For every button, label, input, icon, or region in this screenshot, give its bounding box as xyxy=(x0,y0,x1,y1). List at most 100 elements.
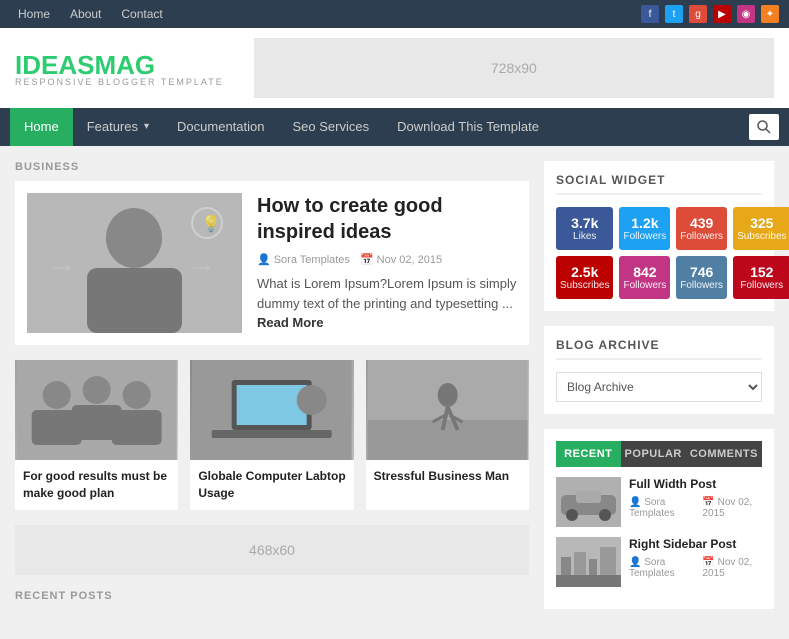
logo-text1: IDEAS xyxy=(15,50,94,80)
featured-post-image: → → 💡 xyxy=(27,193,242,333)
social-box-gplus[interactable]: 439 Followers xyxy=(676,207,727,250)
top-nav-contact[interactable]: Contact xyxy=(113,0,170,28)
posts-tabs: RECENT POPULAR COMMENTS xyxy=(556,441,762,467)
instagram-count: 842 xyxy=(623,264,666,280)
social-box-facebook[interactable]: 3.7k Likes xyxy=(556,207,613,250)
twitter-icon[interactable]: t xyxy=(665,5,683,23)
svg-text:→: → xyxy=(47,247,77,280)
recent-post-1-content: Right Sidebar Post 👤 Sora Templates 📅 No… xyxy=(629,537,762,587)
nav-features[interactable]: Features ▾ xyxy=(73,108,163,146)
search-button[interactable] xyxy=(749,114,779,140)
nav-download-template[interactable]: Download This Template xyxy=(383,108,553,146)
google-plus-icon[interactable]: g xyxy=(689,5,707,23)
post-date-icon: 📅 Nov 02, 2015 xyxy=(360,253,442,266)
pinterest-label: Followers xyxy=(737,280,786,291)
social-box-twitter[interactable]: 1.2k Followers xyxy=(619,207,670,250)
youtube-icon[interactable]: ▶ xyxy=(713,5,731,23)
rss-count: 325 xyxy=(737,215,786,231)
nav-documentation[interactable]: Documentation xyxy=(163,108,278,146)
featured-post-content: How to create good inspired ideas 👤 Sora… xyxy=(257,193,517,333)
blog-archive-select[interactable]: Blog Archive xyxy=(556,372,762,402)
facebook-count: 3.7k xyxy=(560,215,609,231)
featured-post-excerpt: What is Lorem Ipsum?Lorem Ipsum is simpl… xyxy=(257,274,517,333)
blog-archive-section: BLOG ARCHIVE Blog Archive xyxy=(544,326,774,414)
blog-archive-title: BLOG ARCHIVE xyxy=(556,338,762,360)
search-icon xyxy=(757,120,771,134)
instagram-label: Followers xyxy=(623,280,666,291)
facebook-icon[interactable]: f xyxy=(641,5,659,23)
social-box-youtube[interactable]: 2.5k Subscribes xyxy=(556,256,613,299)
top-nav: Home About Contact f t g ▶ ◉ ✦ xyxy=(0,0,789,28)
grid-post-0: For good results must be make good plan xyxy=(15,360,178,510)
bottom-ad-banner: 468x60 xyxy=(15,525,529,575)
recent-post-0-meta: 👤 Sora Templates 📅 Nov 02, 2015 xyxy=(629,497,762,519)
tab-comments[interactable]: COMMENTS xyxy=(686,441,762,467)
grid-post-0-image xyxy=(15,360,178,460)
social-grid: 3.7k Likes 1.2k Followers 439 Followers … xyxy=(556,207,762,299)
sidebar: SOCIAL WIDGET 3.7k Likes 1.2k Followers … xyxy=(544,161,774,624)
instagram-icon[interactable]: ◉ xyxy=(737,5,755,23)
main-content: BUSINESS → → 💡 How to create good xyxy=(15,161,529,624)
featured-post-meta: 👤 Sora Templates 📅 Nov 02, 2015 xyxy=(257,253,517,266)
social-box-rss[interactable]: 325 Subscribes xyxy=(733,207,789,250)
recent-post-1-author: 👤 Sora Templates xyxy=(629,557,696,579)
recent-post-0-content: Full Width Post 👤 Sora Templates 📅 Nov 0… xyxy=(629,477,762,527)
gplus-count: 439 xyxy=(680,215,723,231)
recent-post-0-author: 👤 Sora Templates xyxy=(629,497,696,519)
twitter-label: Followers xyxy=(623,231,666,242)
recent-post-0-image xyxy=(556,477,621,527)
recent-post-0: Full Width Post 👤 Sora Templates 📅 Nov 0… xyxy=(556,477,762,527)
recent-posts-label: RECENT POSTS xyxy=(15,590,529,602)
recent-post-1-image xyxy=(556,537,621,587)
top-nav-links: Home About Contact xyxy=(10,0,171,28)
facebook-label: Likes xyxy=(560,231,609,242)
recent-post-0-date: 📅 Nov 02, 2015 xyxy=(702,497,762,519)
nav-items: Home Features ▾ Documentation Seo Servic… xyxy=(10,108,749,146)
logo[interactable]: IDEASMAG RESPONSIVE BLOGGER TEMPLATE xyxy=(15,50,224,87)
social-box-flickr[interactable]: 746 Followers xyxy=(676,256,727,299)
grid-post-0-title: For good results must be make good plan xyxy=(15,460,178,510)
top-nav-home[interactable]: Home xyxy=(10,0,58,28)
nav-seo-services[interactable]: Seo Services xyxy=(278,108,383,146)
featured-post: → → 💡 How to create good inspired ideas … xyxy=(15,181,529,345)
grid-post-1-title: Globale Computer Labtop Usage xyxy=(190,460,353,510)
gplus-label: Followers xyxy=(680,231,723,242)
grid-post-1: Globale Computer Labtop Usage xyxy=(190,360,353,510)
top-nav-social: f t g ▶ ◉ ✦ xyxy=(641,5,779,23)
chevron-down-icon: ▾ xyxy=(144,108,149,146)
social-widget-title: SOCIAL WIDGET xyxy=(556,173,762,195)
logo-text2: MAG xyxy=(94,50,155,80)
social-widget: SOCIAL WIDGET 3.7k Likes 1.2k Followers … xyxy=(544,161,774,311)
svg-text:💡: 💡 xyxy=(201,214,221,233)
youtube-count: 2.5k xyxy=(560,264,609,280)
header-ad-banner: 728x90 xyxy=(254,38,774,98)
recent-post-1-title[interactable]: Right Sidebar Post xyxy=(629,537,762,553)
social-box-pinterest[interactable]: 152 Followers xyxy=(733,256,789,299)
recent-post-1-meta: 👤 Sora Templates 📅 Nov 02, 2015 xyxy=(629,557,762,579)
grid-post-1-image xyxy=(190,360,353,460)
post-author-icon: 👤 Sora Templates xyxy=(257,253,350,266)
grid-posts: For good results must be make good plan … xyxy=(15,360,529,510)
grid-post-2-title: Stressful Business Man xyxy=(366,460,529,493)
flickr-label: Followers xyxy=(680,280,723,291)
recent-post-0-title[interactable]: Full Width Post xyxy=(629,477,762,493)
pinterest-count: 152 xyxy=(737,264,786,280)
nav-home[interactable]: Home xyxy=(10,108,73,146)
svg-text:→: → xyxy=(187,247,217,280)
featured-post-image-svg: → → 💡 xyxy=(27,193,242,333)
top-nav-about[interactable]: About xyxy=(62,0,109,28)
stackoverflow-icon[interactable]: ✦ xyxy=(761,5,779,23)
tab-popular[interactable]: POPULAR xyxy=(621,441,686,467)
featured-post-title: How to create good inspired ideas xyxy=(257,193,517,245)
content-wrapper: BUSINESS → → 💡 How to create good xyxy=(0,146,789,639)
recent-post-1-date: 📅 Nov 02, 2015 xyxy=(702,557,762,579)
grid-post-2: Stressful Business Man xyxy=(366,360,529,510)
posts-tabs-section: RECENT POPULAR COMMENTS Full Width Pos xyxy=(544,429,774,609)
tab-recent[interactable]: RECENT xyxy=(556,441,621,467)
twitter-count: 1.2k xyxy=(623,215,666,231)
main-nav: Home Features ▾ Documentation Seo Servic… xyxy=(0,108,789,146)
read-more-link[interactable]: Read More xyxy=(257,315,323,330)
grid-post-2-image xyxy=(366,360,529,460)
social-box-instagram[interactable]: 842 Followers xyxy=(619,256,670,299)
header: IDEASMAG RESPONSIVE BLOGGER TEMPLATE 728… xyxy=(0,28,789,108)
